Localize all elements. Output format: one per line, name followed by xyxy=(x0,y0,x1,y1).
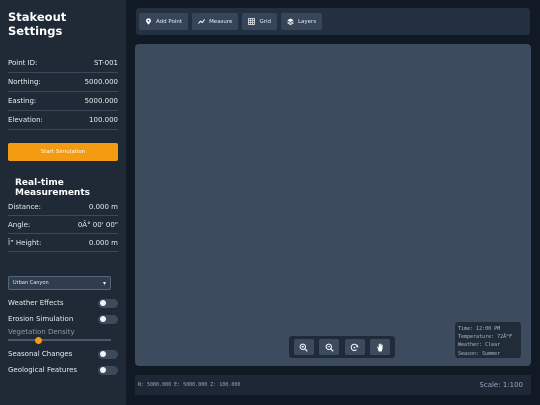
distance-row: Distance: 0.000 m xyxy=(8,198,118,216)
line-chart-icon xyxy=(198,19,206,24)
toggle-knob xyxy=(99,316,106,322)
height-row: Î” Height: 0.000 m xyxy=(8,234,118,252)
environment-select-value: Urban Canyon xyxy=(13,280,49,286)
weather-effects-toggle[interactable] xyxy=(98,298,118,308)
rotate-button[interactable] xyxy=(344,339,365,355)
status-bar: N: 5000.000 E: 5000.000 Z: 100.000 Scale… xyxy=(135,375,531,395)
easting-value[interactable]: 5000.000 xyxy=(85,97,118,105)
map-canvas[interactable]: Time: 12:00 PM Temperature: 72Â°F Weathe… xyxy=(135,44,531,366)
grid-button[interactable]: Grid xyxy=(242,13,277,30)
grid-label: Grid xyxy=(259,18,271,25)
northing-label: Northing: xyxy=(8,78,41,86)
seasonal-changes-row: Seasonal Changes xyxy=(8,346,118,362)
angle-row: Angle: 0Â° 00' 00" xyxy=(8,216,118,234)
easting-row: Easting: 5000.000 xyxy=(8,92,118,111)
toggle-knob xyxy=(99,300,106,306)
layers-label: Layers xyxy=(297,18,317,25)
measure-button[interactable]: Measure xyxy=(192,13,239,30)
measure-label: Measure xyxy=(209,18,233,25)
point-id-row: Point ID: ST-001 xyxy=(8,54,118,73)
rotate-icon xyxy=(350,343,359,351)
vegetation-density-label: Vegetation Density xyxy=(8,328,75,336)
temperature-text: Temperature: 72Â°F xyxy=(458,334,513,341)
distance-label: Distance: xyxy=(8,202,41,211)
season-text: Season: Summer xyxy=(458,350,501,357)
easting-label: Easting: xyxy=(8,97,37,105)
erosion-simulation-row: Erosion Simulation xyxy=(8,311,118,327)
zoom-out-button[interactable] xyxy=(319,339,340,355)
weather-effects-row: Weather Effects xyxy=(8,295,118,311)
toolbar: Add Point Measure Grid Layers xyxy=(136,8,530,35)
angle-label: Angle: xyxy=(8,220,31,229)
main-area: Add Point Measure Grid Layers Time: 12:0… xyxy=(126,0,540,405)
northing-row: Northing: 5000.000 xyxy=(8,73,118,92)
zoom-in-icon xyxy=(299,343,308,352)
weather-effects-label: Weather Effects xyxy=(8,299,64,307)
point-id-label: Point ID: xyxy=(8,59,38,67)
chevron-down-icon: ▾ xyxy=(102,279,106,287)
layers-icon xyxy=(287,18,294,25)
measurements-title: Real-time Measurements xyxy=(15,178,90,198)
northing-value[interactable]: 5000.000 xyxy=(85,78,118,86)
toggle-knob xyxy=(99,367,106,373)
coordinates-readout: N: 5000.000 E: 5000.000 Z: 100.000 xyxy=(138,382,241,388)
elevation-label: Elevation: xyxy=(8,116,43,124)
start-simulation-button[interactable]: Start Simulation xyxy=(8,143,118,161)
grid-icon xyxy=(248,18,256,25)
environment-info: Time: 12:00 PM Temperature: 72Â°F Weathe… xyxy=(455,322,521,358)
add-point-button[interactable]: Add Point xyxy=(139,13,189,30)
angle-value: 0Â° 00' 00" xyxy=(77,220,118,229)
map-controls xyxy=(289,336,395,358)
zoom-out-icon xyxy=(325,343,334,352)
sidebar-title: Stakeout Settings xyxy=(8,10,67,38)
erosion-simulation-toggle[interactable] xyxy=(98,314,118,324)
erosion-simulation-label: Erosion Simulation xyxy=(8,315,74,323)
slider-handle[interactable] xyxy=(35,336,43,344)
pin-icon xyxy=(146,18,151,25)
weather-text: Weather: Clear xyxy=(458,342,501,349)
geological-features-toggle[interactable] xyxy=(98,365,118,375)
point-id-value[interactable]: ST-001 xyxy=(94,59,118,67)
height-value: 0.000 m xyxy=(88,238,118,247)
seasonal-changes-toggle[interactable] xyxy=(98,349,118,359)
toggle-knob xyxy=(99,351,106,357)
elevation-row: Elevation: 100.000 xyxy=(8,111,118,130)
vegetation-density-slider[interactable] xyxy=(8,336,111,344)
seasonal-changes-label: Seasonal Changes xyxy=(8,350,73,358)
sidebar: Stakeout Settings Point ID: ST-001 North… xyxy=(0,0,126,405)
time-text: Time: 12:00 PM xyxy=(458,326,501,332)
pan-button[interactable] xyxy=(370,339,391,355)
zoom-in-button[interactable] xyxy=(293,339,314,355)
pan-hand-icon xyxy=(376,342,383,352)
add-point-label: Add Point xyxy=(156,18,183,25)
environment-select[interactable]: Urban Canyon ▾ xyxy=(8,276,111,290)
layers-button[interactable]: Layers xyxy=(280,13,323,30)
distance-value: 0.000 m xyxy=(88,202,118,211)
scale-readout: Scale: 1:100 xyxy=(479,381,523,389)
height-label: Î” Height: xyxy=(8,238,42,247)
geological-features-row: Geological Features xyxy=(8,362,118,378)
elevation-value[interactable]: 100.000 xyxy=(89,116,118,124)
geological-features-label: Geological Features xyxy=(8,366,78,374)
